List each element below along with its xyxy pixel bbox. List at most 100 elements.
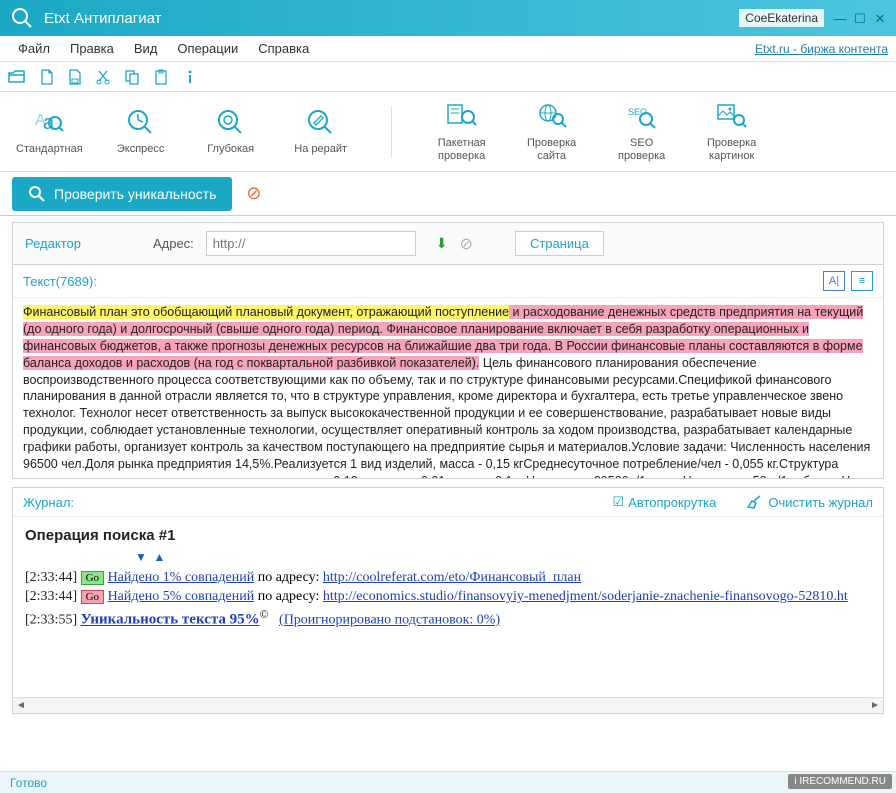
text-body[interactable]: Финансовый план это обобщающий плановый … [13, 298, 883, 478]
menu-edit[interactable]: Правка [60, 38, 124, 59]
broom-icon [746, 495, 762, 509]
url-link[interactable]: http://economics.studio/finansovyiy-mene… [323, 589, 848, 604]
separator [391, 107, 392, 157]
mode-label: На рерайт [294, 143, 347, 155]
open-icon[interactable] [8, 70, 26, 84]
minimize-button[interactable]: — [832, 11, 848, 25]
mode-site[interactable]: Проверка сайта [520, 101, 584, 161]
sup: © [260, 608, 269, 621]
pencil-search-icon [305, 107, 337, 139]
mode-seo[interactable]: SEO SEO проверка [610, 101, 674, 161]
tool-lines[interactable]: ≡ [851, 271, 873, 291]
menu-help[interactable]: Справка [248, 38, 319, 59]
mode-rewrite[interactable]: На рерайт [289, 107, 353, 155]
menubar: Файл Правка Вид Операции Справка Etxt.ru… [0, 36, 896, 62]
clear-journal-button[interactable]: Очистить журнал [746, 495, 873, 510]
menu-view[interactable]: Вид [124, 38, 168, 59]
editor-label: Редактор [25, 236, 81, 251]
journal-row: [2:33:44] Go Найдено 5% совпадений по ад… [25, 589, 871, 605]
go-button[interactable]: Go [81, 590, 104, 604]
mode-label: Глубокая [207, 143, 254, 155]
search-icon [28, 185, 46, 203]
seo-icon: SEO [626, 101, 658, 133]
cancel-icon[interactable]: ⊘ [246, 183, 261, 204]
text-counter: Текст(7689): [23, 274, 97, 289]
mode-label: Проверка картинок [707, 137, 756, 161]
disabled-icon: ⊘ [460, 234, 473, 254]
image-search-icon [716, 101, 748, 133]
check-uniqueness-button[interactable]: Проверить уникальность [12, 177, 232, 211]
found-link[interactable]: Найдено 5% совпадений [108, 589, 255, 604]
editor-bar: Редактор Адрес: ⬇ ⊘ Страница [12, 222, 884, 265]
found-link[interactable]: Найдено 1% совпадений [108, 570, 255, 585]
text-pane: Текст(7689): A| ≡ Финансовый план это об… [12, 265, 884, 479]
journal-body: Операция поиска #1 ▼ ▲ [2:33:44] Go Найд… [13, 517, 883, 697]
journal-pane: Журнал: ☑ Автопрокрутка Очистить журнал … [12, 487, 884, 714]
text-seg: Финансовый план [23, 305, 131, 319]
by-text: по адресу: [254, 570, 323, 585]
by-text: по адресу: [254, 589, 323, 604]
text-seg: это обобщающий плановый документ, отража… [131, 305, 509, 319]
uniqueness-result[interactable]: Уникальность текста 95% [81, 612, 260, 628]
mode-express[interactable]: Экспресс [109, 107, 173, 155]
statusbar: Готово [0, 771, 896, 793]
text-seg: и расходование денежных средств [509, 305, 719, 319]
tab-page[interactable]: Страница [515, 231, 604, 256]
autoscroll-checkbox[interactable]: ☑ Автопрокрутка [612, 494, 716, 510]
mode-label: Стандартная [16, 143, 83, 155]
address-input[interactable] [206, 231, 416, 256]
globe-search-icon [536, 101, 568, 133]
toolbar-modes: Aa Стандартная Экспресс Глубокая На рера… [0, 92, 896, 172]
save-icon[interactable] [68, 69, 82, 85]
mode-label: Экспресс [117, 143, 165, 155]
watermark: i IRECOMMEND.RU [788, 774, 892, 789]
actionbar: Проверить уникальность ⊘ [0, 172, 896, 216]
ignored-link[interactable]: (Проигнорировано подстановок: 0%) [279, 613, 500, 628]
etxt-link[interactable]: Etxt.ru - биржа контента [755, 42, 888, 56]
mode-standard[interactable]: Aa Стандартная [16, 107, 83, 155]
autoscroll-label: Автопрокрутка [628, 495, 716, 510]
text-seg: Цель финансового планирования обеспечени… [23, 356, 871, 478]
url-link[interactable]: http://coolreferat.com/eto/Финансовый_пл… [323, 570, 581, 585]
journal-label: Журнал: [23, 495, 74, 510]
scroll-right-icon[interactable]: ► [867, 700, 883, 711]
info-icon[interactable] [182, 69, 198, 85]
timestamp: [2:33:44] [25, 570, 77, 585]
mode-label: Пакетная проверка [438, 137, 486, 161]
timestamp: [2:33:44] [25, 589, 77, 604]
timestamp: [2:33:55] [25, 613, 81, 628]
maximize-button[interactable]: ☐ [852, 11, 868, 25]
target-search-icon [215, 107, 247, 139]
clear-label: Очистить журнал [768, 495, 873, 510]
menu-file[interactable]: Файл [8, 38, 60, 59]
journal-result: [2:33:55] Уникальность текста 95%© (Прои… [25, 608, 871, 629]
close-button[interactable]: ✕ [872, 11, 888, 25]
batch-icon [446, 101, 478, 133]
mode-images[interactable]: Проверка картинок [700, 101, 764, 161]
svg-text:SEO: SEO [628, 107, 647, 117]
horizontal-scrollbar[interactable]: ◄ ► [13, 697, 883, 713]
titlebar: Etxt Антиплагиат CoeEkaterina — ☐ ✕ [0, 0, 896, 36]
paste-icon[interactable] [154, 69, 168, 85]
address-label: Адрес: [153, 236, 194, 251]
cut-icon[interactable] [96, 69, 110, 85]
mode-deep[interactable]: Глубокая [199, 107, 263, 155]
go-button[interactable]: Go [81, 571, 104, 585]
operation-title: Операция поиска #1 [25, 527, 871, 544]
text-search-icon: Aa [33, 107, 65, 139]
mode-label: SEO проверка [618, 137, 665, 161]
tool-highlight[interactable]: A| [823, 271, 845, 291]
download-icon[interactable]: ⬇ [436, 235, 448, 252]
scroll-left-icon[interactable]: ◄ [13, 700, 29, 711]
sort-arrows[interactable]: ▼ ▲ [135, 550, 871, 564]
copy-icon[interactable] [124, 69, 140, 85]
menu-operations[interactable]: Операции [167, 38, 248, 59]
toolbar-file [0, 62, 896, 92]
window-title: Etxt Антиплагиат [44, 10, 739, 27]
new-doc-icon[interactable] [40, 69, 54, 85]
check-label: Проверить уникальность [54, 186, 216, 202]
journal-row: [2:33:44] Go Найдено 1% совпадений по ад… [25, 570, 871, 586]
app-logo-icon [8, 4, 36, 32]
mode-batch[interactable]: Пакетная проверка [430, 101, 494, 161]
clock-search-icon [125, 107, 157, 139]
